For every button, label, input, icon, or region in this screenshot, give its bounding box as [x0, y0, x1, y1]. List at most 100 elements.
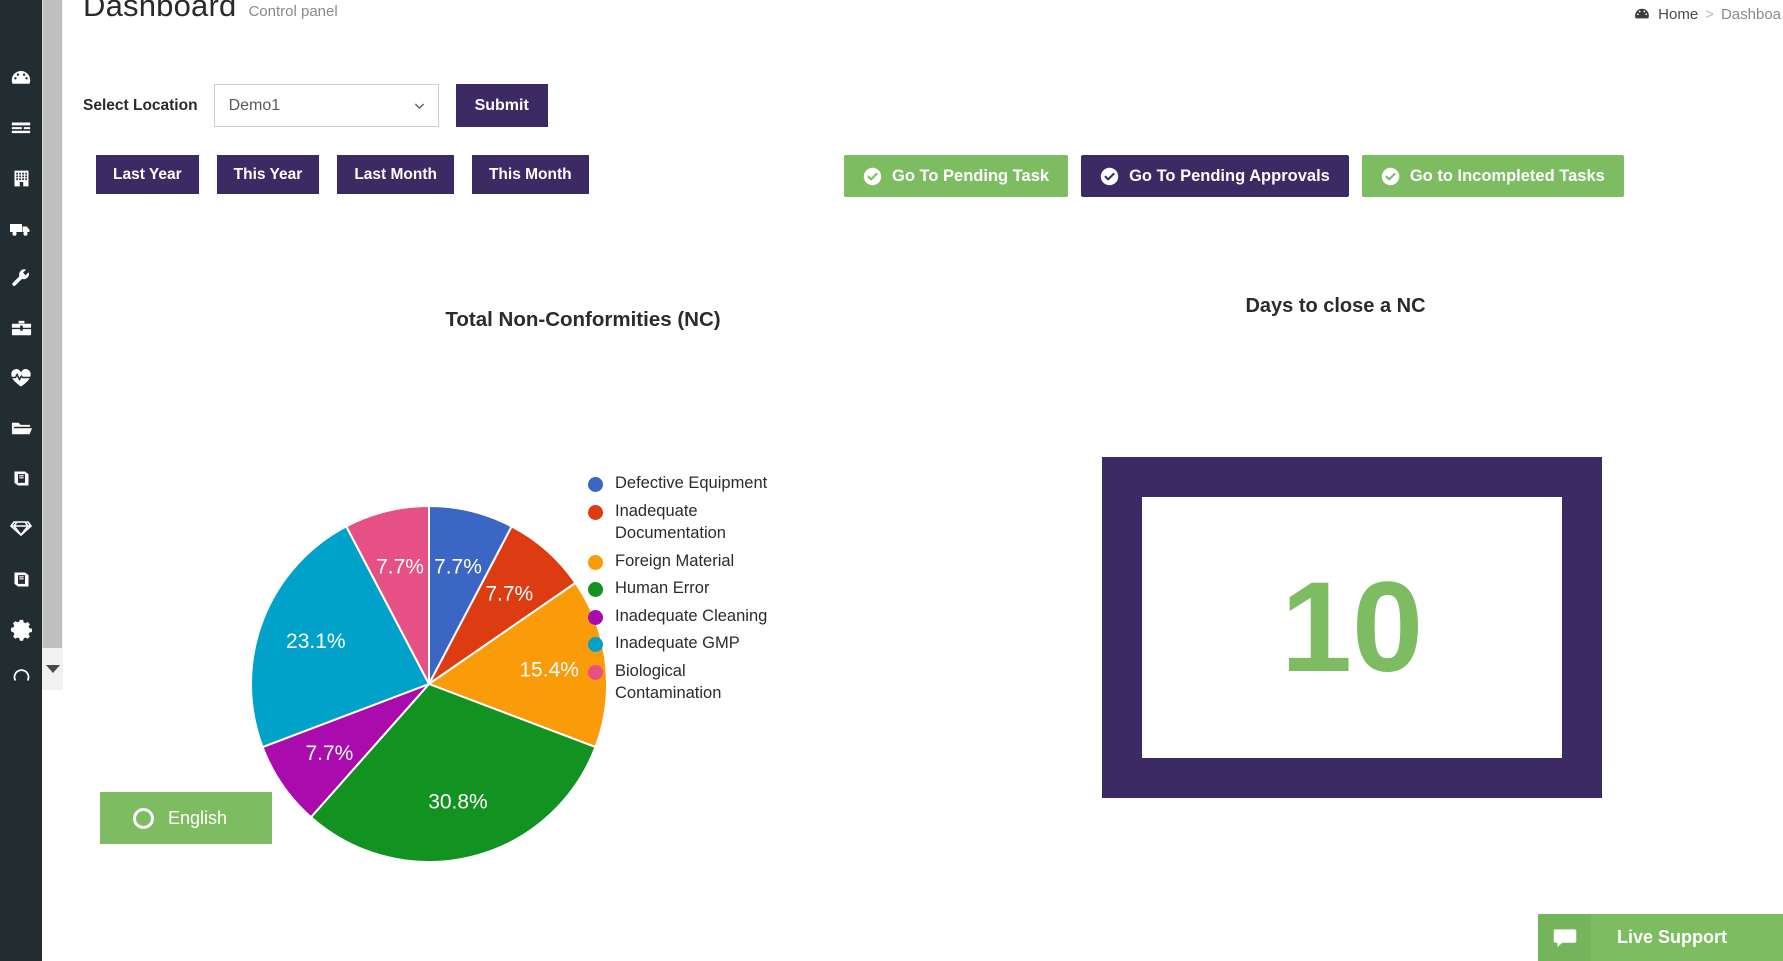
legend-item[interactable]: Inadequate Cleaning: [588, 605, 808, 628]
sidebar-item-toolbox[interactable]: [0, 314, 42, 342]
this-month-button[interactable]: This Month: [471, 155, 589, 194]
breadcrumb-current: Dashboa: [1720, 5, 1781, 23]
gem-diamond-icon: [9, 516, 33, 540]
pie-chart-svg: 7.7%7.7%15.4%30.8%7.7%23.1%7.7%: [250, 504, 608, 863]
scroll-down-arrow-icon: [45, 665, 60, 673]
go-to-pending-task-button[interactable]: Go To Pending Task: [844, 155, 1069, 197]
legend-label: Defective Equipment: [615, 474, 768, 492]
days-panel-title: Days to close a NC: [1245, 295, 1426, 317]
legend-swatch: [588, 582, 603, 597]
period-button-group: Last Year This Year Last Month This Mont…: [96, 155, 589, 194]
gear-icon: [10, 618, 33, 641]
breadcrumb-separator: >: [1705, 5, 1714, 23]
page-title: Dashboard: [83, 0, 237, 23]
last-year-button[interactable]: Last Year: [96, 155, 199, 194]
live-support-label: Live Support: [1617, 927, 1728, 947]
check-circle-icon: [1381, 167, 1400, 186]
last-month-button[interactable]: Last Month: [337, 155, 454, 194]
check-circle-icon: [863, 167, 882, 186]
chat-bubble-icon: [1538, 914, 1591, 961]
select-location-label: Select Location: [83, 96, 198, 114]
list-lines-icon: [10, 117, 32, 139]
legend-item[interactable]: Biological Contamination: [588, 660, 808, 705]
go-to-pending-approvals-button[interactable]: Go To Pending Approvals: [1081, 155, 1349, 197]
radio-circle-icon: [133, 807, 154, 829]
legend-label: Biological Contamination: [615, 661, 722, 703]
sidebar-item-list[interactable]: [0, 114, 42, 142]
sidebar-item-building[interactable]: [0, 164, 42, 192]
action-label: Go to Incompleted Tasks: [1409, 166, 1605, 185]
language-button[interactable]: English: [100, 792, 272, 844]
go-to-incompleted-tasks-button[interactable]: Go to Incompleted Tasks: [1361, 155, 1624, 197]
legend-item[interactable]: Foreign Material: [588, 550, 808, 573]
legend-swatch: [588, 504, 603, 520]
dashboard-page: Dashboard Control panel Home > Dashboa S…: [0, 0, 1783, 961]
sidebar-item-book-1[interactable]: [0, 464, 42, 492]
sidebar-item-folder[interactable]: [0, 414, 42, 442]
pie-slice-label: 7.7%: [376, 555, 424, 578]
pie-slice-label: 30.8%: [428, 791, 488, 814]
pie-slice-label: 15.4%: [519, 658, 579, 681]
breadcrumb-home-link[interactable]: Home: [1658, 6, 1698, 23]
days-to-close-panel: 10: [1102, 457, 1602, 798]
legend-item[interactable]: Defective Equipment: [588, 472, 808, 495]
pie-slice-label: 7.7%: [434, 555, 482, 578]
sidebar-scrollbar-thumb[interactable]: [43, 0, 62, 648]
language-label: English: [168, 807, 228, 828]
legend-item[interactable]: Human Error: [588, 577, 808, 600]
nc-pie-chart: 7.7% 7.7% 15.4% 30.8% 7.7% 23.1% 7.7%: [249, 504, 609, 864]
location-select-value: Demo1: [228, 96, 281, 114]
dashboard-gauge-icon: [9, 66, 33, 90]
sidebar-item-truck[interactable]: [0, 215, 42, 243]
page-header: Dashboard Control panel: [83, 0, 338, 24]
toolbox-icon: [10, 317, 33, 340]
legend-item[interactable]: Inadequate Documentation: [588, 500, 808, 545]
chevron-down-icon: [413, 99, 426, 112]
action-button-group: Go To Pending Task Go To Pending Approva…: [844, 155, 1624, 197]
sidebar-item-gem[interactable]: [0, 514, 42, 542]
breadcrumb: Home > Dashboa: [1633, 5, 1781, 23]
days-value-box: 10: [1142, 497, 1562, 758]
action-label: Go To Pending Task: [892, 166, 1050, 185]
pie-slice-label: 7.7%: [305, 742, 353, 765]
sidebar-scroll-down-button[interactable]: [42, 648, 63, 690]
submit-button[interactable]: Submit: [455, 84, 548, 127]
legend-label: Inadequate Cleaning: [615, 606, 768, 625]
this-year-button[interactable]: This Year: [216, 155, 320, 194]
building-icon: [11, 168, 32, 189]
book-icon: [11, 569, 32, 590]
folder-open-icon: [10, 417, 33, 440]
scroll-column-filler: [42, 690, 63, 961]
sidebar-item-heartbeat[interactable]: [0, 364, 42, 392]
legend-swatch: [588, 477, 603, 492]
legend-swatch: [588, 554, 603, 570]
pie-chart-title: Total Non-Conformities (NC): [445, 308, 721, 331]
wrench-icon: [10, 268, 32, 290]
sidebar-item-book-2[interactable]: [0, 565, 42, 593]
book-icon: [11, 468, 32, 489]
live-support-button[interactable]: Live Support: [1538, 914, 1783, 961]
dashboard-gauge-icon: [1633, 5, 1651, 23]
pie-chart-legend: Defective Equipment Inadequate Documenta…: [588, 472, 808, 710]
location-select[interactable]: Demo1: [213, 84, 439, 127]
heartbeat-icon: [9, 366, 33, 390]
partial-circle-icon: [11, 663, 32, 684]
legend-label: Inadequate Documentation: [615, 501, 726, 543]
pie-slice-label: 7.7%: [485, 582, 533, 605]
sidebar-item-wrench[interactable]: [0, 265, 42, 293]
legend-swatch: [588, 609, 603, 625]
legend-label: Foreign Material: [615, 551, 735, 570]
location-filter-row: Select Location Demo1 Submit: [83, 84, 548, 127]
sidebar-item-partial[interactable]: [0, 662, 42, 684]
sidebar-item-settings[interactable]: [0, 615, 42, 643]
days-value: 10: [1280, 555, 1424, 699]
sidebar-lower-fill: [0, 690, 42, 961]
legend-label: Inadequate GMP: [615, 634, 740, 652]
action-label: Go To Pending Approvals: [1129, 166, 1330, 185]
truck-icon: [9, 217, 33, 241]
main-content: Dashboard Control panel Home > Dashboa S…: [63, 0, 1783, 961]
pie-slice-label: 23.1%: [286, 630, 346, 653]
legend-item[interactable]: Inadequate GMP: [588, 632, 808, 655]
legend-swatch: [588, 637, 603, 652]
sidebar-item-dashboard[interactable]: [0, 64, 42, 92]
